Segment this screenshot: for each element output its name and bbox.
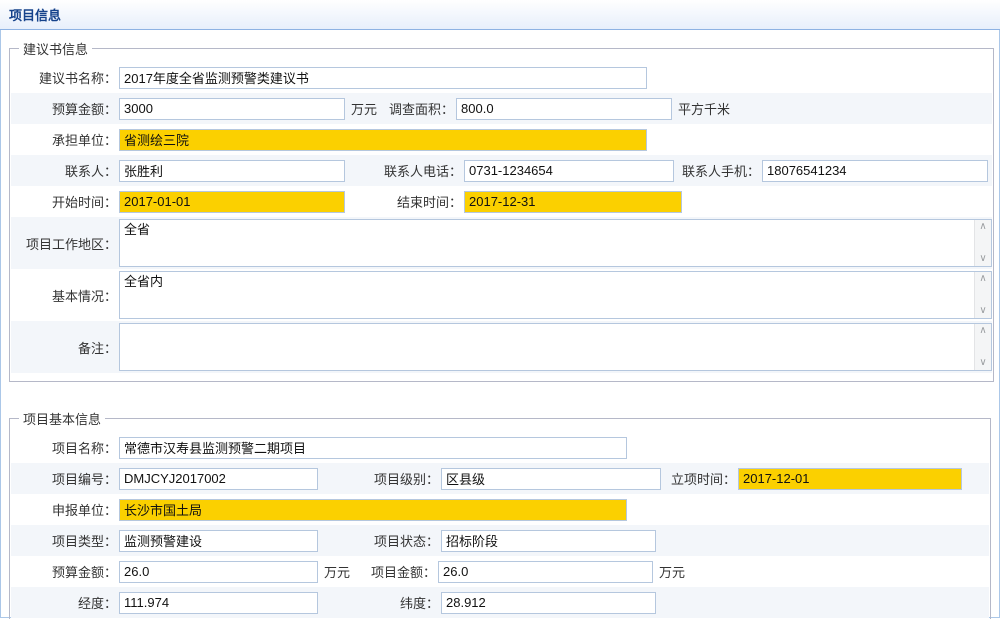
project-type-input[interactable] (119, 530, 318, 552)
basic-info-label: 基本情况： (11, 286, 117, 305)
basic-info-scrollbar[interactable]: ∧ ∨ (974, 272, 991, 318)
proposal-budget-label: 预算金额： (11, 99, 117, 118)
project-budget-row: 预算金额： 万元 项目金额： 万元 (11, 556, 989, 587)
project-budget-label: 预算金额： (11, 562, 117, 581)
undertaker-label: 承担单位： (11, 130, 117, 149)
work-area-scrollbar[interactable]: ∧ ∨ (974, 220, 991, 266)
project-fieldset: 项目基本信息 项目名称： 项目编号： 项目级别： 立项时间： 申报单位： 项目类… (9, 409, 991, 619)
project-code-row: 项目编号： 项目级别： 立项时间： (11, 463, 989, 494)
remark-scrollbar[interactable]: ∧ ∨ (974, 324, 991, 370)
project-budget-input[interactable] (119, 561, 318, 583)
contact-row: 联系人： 联系人电话： 联系人手机： (11, 155, 992, 186)
declare-unit-row: 申报单位： (11, 494, 989, 525)
survey-area-unit-label: 平方千米 (678, 99, 730, 118)
project-type-row: 项目类型： 项目状态： (11, 525, 989, 556)
proposal-budget-row: 预算金额： 万元 调查面积： 平方千米 (11, 93, 992, 124)
proposal-fieldset: 建议书信息 建议书名称： 预算金额： 万元 调查面积： 平方千米 承担单位： 联… (9, 39, 994, 382)
basic-info-text[interactable]: 全省内 (120, 272, 974, 318)
remark-text[interactable] (120, 324, 974, 370)
project-amount-input[interactable] (438, 561, 653, 583)
project-name-row: 项目名称： (11, 432, 989, 463)
remark-label: 备注： (11, 338, 117, 357)
budget-unit-label: 万元 (351, 99, 377, 118)
proposal-name-label: 建议书名称： (11, 68, 117, 87)
start-date-input[interactable] (119, 191, 345, 213)
contact-mobile-label: 联系人手机： (674, 161, 760, 180)
work-area-textarea[interactable]: 全省 ∧ ∨ (119, 219, 992, 267)
dates-row: 开始时间： 结束时间： (11, 186, 992, 217)
project-info-page: 项目信息 建议书信息 建议书名称： 预算金额： 万元 调查面积： 平方千米 承担… (0, 0, 1000, 619)
coordinates-row: 经度： 纬度： (11, 587, 989, 618)
proposal-budget-input[interactable] (119, 98, 345, 120)
end-date-input[interactable] (464, 191, 682, 213)
remark-textarea[interactable]: ∧ ∨ (119, 323, 992, 371)
survey-area-input[interactable] (456, 98, 672, 120)
project-level-label: 项目级别： (318, 469, 439, 488)
scroll-up-icon[interactable]: ∧ (979, 222, 986, 232)
basic-info-row: 基本情况： 全省内 ∧ ∨ (11, 269, 992, 321)
scroll-up-icon[interactable]: ∧ (979, 326, 986, 336)
longitude-input[interactable] (119, 592, 318, 614)
panel-body: 建议书信息 建议书名称： 预算金额： 万元 调查面积： 平方千米 承担单位： 联… (0, 30, 1000, 618)
longitude-label: 经度： (11, 593, 117, 612)
contact-phone-input[interactable] (464, 160, 674, 182)
project-name-label: 项目名称： (11, 438, 117, 457)
end-date-label: 结束时间： (345, 192, 462, 211)
work-area-row: 项目工作地区： 全省 ∧ ∨ (11, 217, 992, 269)
contact-input[interactable] (119, 160, 345, 182)
work-area-label: 项目工作地区： (11, 234, 117, 253)
project-code-input[interactable] (119, 468, 318, 490)
declare-unit-label: 申报单位： (11, 500, 117, 519)
scroll-up-icon[interactable]: ∧ (979, 274, 986, 284)
page-header: 项目信息 (0, 0, 1000, 30)
project-level-input[interactable] (441, 468, 661, 490)
approval-date-input[interactable] (738, 468, 962, 490)
work-area-text[interactable]: 全省 (120, 220, 974, 266)
proposal-name-input[interactable] (119, 67, 647, 89)
start-date-label: 开始时间： (11, 192, 117, 211)
undertaker-row: 承担单位： (11, 124, 992, 155)
project-amount-unit-label: 万元 (659, 562, 685, 581)
scroll-down-icon[interactable]: ∨ (979, 306, 986, 316)
project-code-label: 项目编号： (11, 469, 117, 488)
basic-info-textarea[interactable]: 全省内 ∧ ∨ (119, 271, 992, 319)
project-budget-unit-label: 万元 (324, 562, 350, 581)
project-amount-label: 项目金额： (350, 562, 436, 581)
project-status-label: 项目状态： (318, 531, 439, 550)
proposal-name-row: 建议书名称： (11, 62, 992, 93)
project-status-input[interactable] (441, 530, 656, 552)
project-type-label: 项目类型： (11, 531, 117, 550)
scroll-down-icon[interactable]: ∨ (979, 358, 986, 368)
approval-date-label: 立项时间： (661, 469, 736, 488)
contact-mobile-input[interactable] (762, 160, 988, 182)
undertaker-input[interactable] (119, 129, 647, 151)
scroll-down-icon[interactable]: ∨ (979, 254, 986, 264)
survey-area-label: 调查面积： (377, 99, 454, 118)
project-name-input[interactable] (119, 437, 627, 459)
contact-phone-label: 联系人电话： (345, 161, 462, 180)
contact-label: 联系人： (11, 161, 117, 180)
page-title: 项目信息 (9, 5, 61, 24)
proposal-legend: 建议书信息 (19, 39, 92, 58)
latitude-input[interactable] (441, 592, 656, 614)
remark-row: 备注： ∧ ∨ (11, 321, 992, 373)
declare-unit-input[interactable] (119, 499, 627, 521)
project-legend: 项目基本信息 (19, 409, 105, 428)
latitude-label: 纬度： (318, 593, 439, 612)
